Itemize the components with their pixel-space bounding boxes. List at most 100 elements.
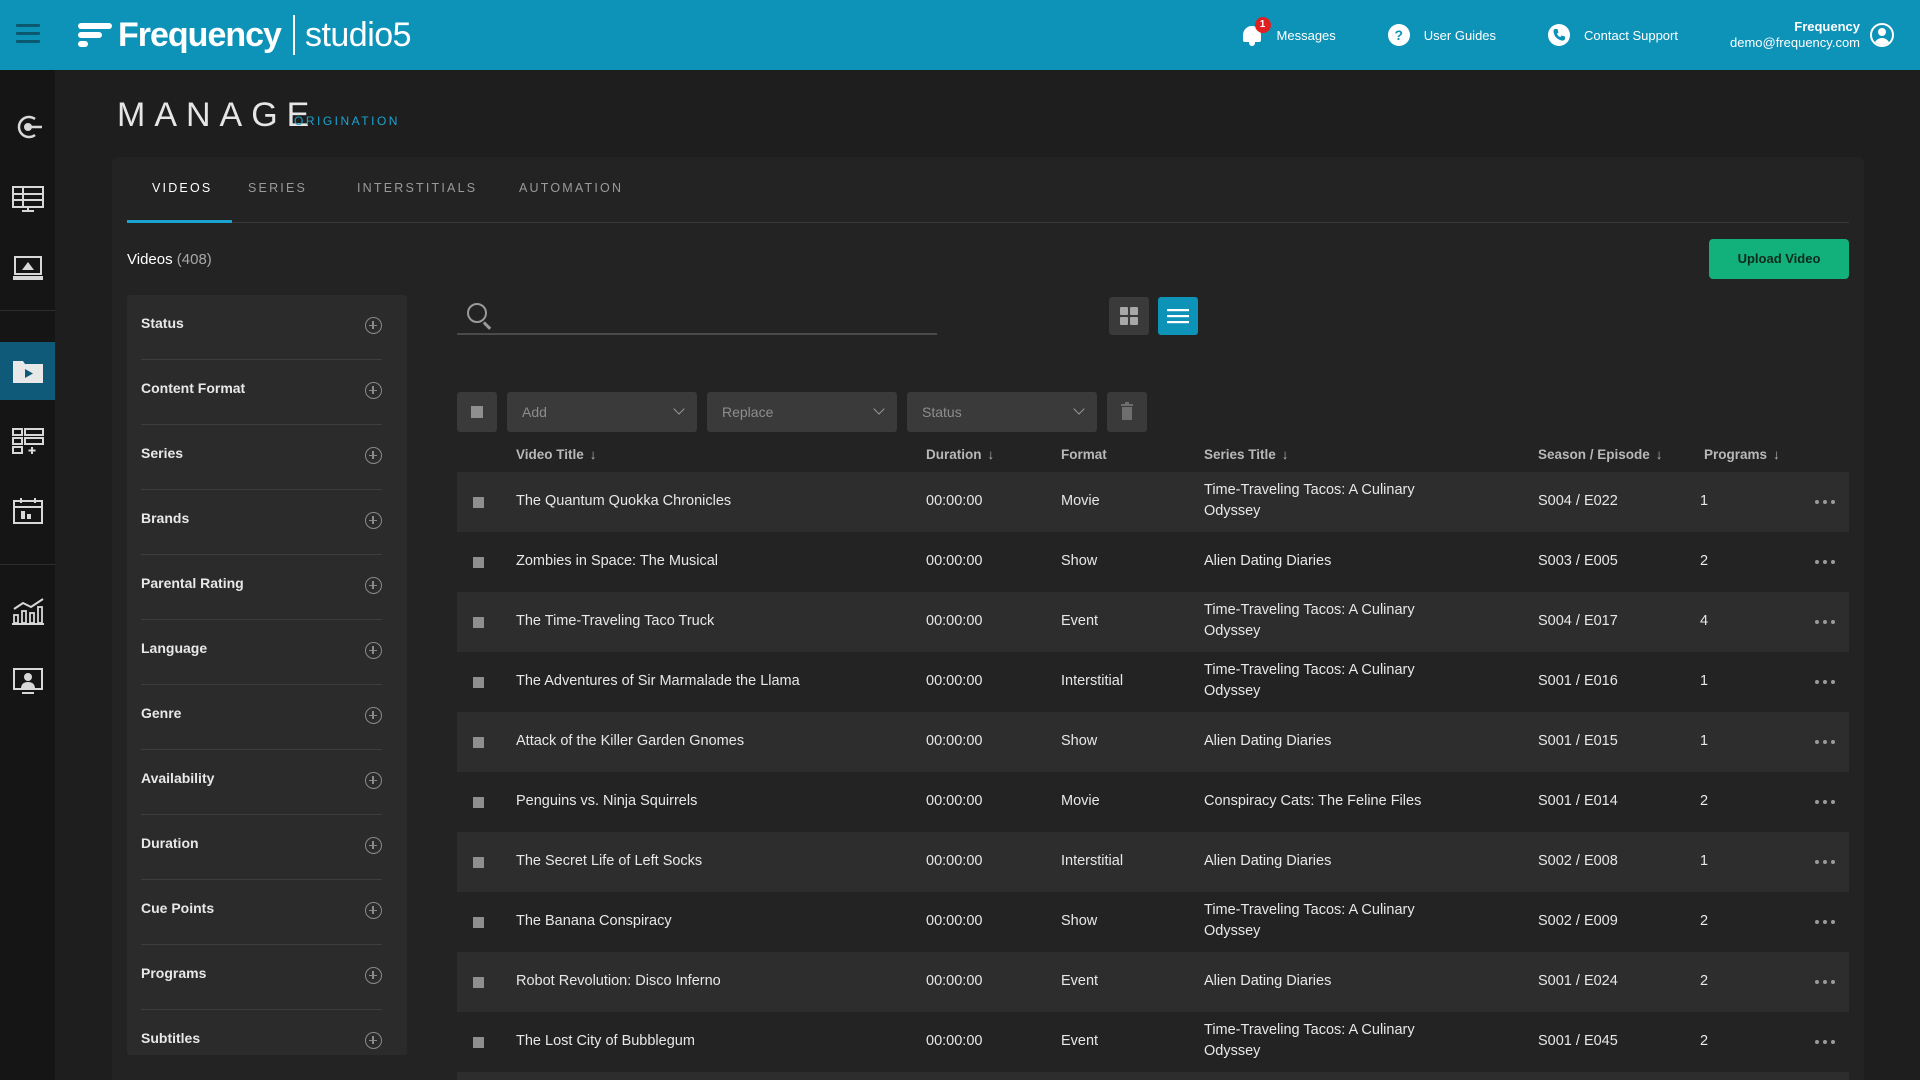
filter-availability[interactable]: Availability [141,750,382,815]
filter-duration[interactable]: Duration [141,815,382,880]
filter-parental-rating[interactable]: Parental Rating [141,555,382,620]
schedule-grid-icon[interactable] [0,170,55,228]
filter-cue-points[interactable]: Cue Points [141,880,382,945]
table-row[interactable]: Zombies in Space: The Musical 00:00:00 S… [457,532,1849,592]
column-header-programs[interactable]: Programs ↓ [1704,447,1780,462]
tab-series[interactable]: SERIES [248,181,307,195]
row-checkbox[interactable] [473,617,484,628]
filter-brands[interactable]: Brands [141,490,382,555]
calendar-icon[interactable] [0,482,55,540]
filter-subtitles[interactable]: Subtitles [141,1010,382,1055]
column-header-season-episode[interactable]: Season / Episode ↓ [1538,447,1663,462]
column-duration-label: Duration [926,447,982,462]
plus-circle-icon[interactable] [365,1032,382,1049]
plus-circle-icon[interactable] [365,772,382,789]
column-header-duration[interactable]: Duration ↓ [926,447,994,462]
table-row[interactable]: The Secret Life of Left Socks 00:00:00 I… [457,832,1849,892]
table-row[interactable]: The Lost City of Bubblegum 00:00:00 Even… [457,1012,1849,1072]
table-row[interactable]: The Adventures of Sir Marmalade the Llam… [457,652,1849,712]
filter-programs[interactable]: Programs [141,945,382,1010]
table-row[interactable]: Attack of the Killer Garden Gnomes 00:00… [457,712,1849,772]
logo[interactable]: Frequency studio5 [78,12,412,58]
filter-label: Duration [141,835,199,851]
contact-support-button[interactable]: Contact Support [1548,24,1678,46]
cell-series: Time-Traveling Tacos: A Culinary Odyssey [1204,600,1415,642]
layout-add-icon[interactable] [0,412,55,470]
plus-circle-icon[interactable] [365,837,382,854]
user-guides-button[interactable]: ? User Guides [1387,24,1497,46]
column-header-video-title[interactable]: Video Title ↓ [516,447,597,462]
delete-button[interactable] [1107,392,1147,432]
plus-circle-icon[interactable] [365,512,382,529]
plus-circle-icon[interactable] [365,447,382,464]
row-checkbox[interactable] [473,557,484,568]
filter-content-format[interactable]: Content Format [141,360,382,425]
more-options-icon[interactable] [1815,920,1837,925]
more-options-icon[interactable] [1815,800,1837,805]
replace-dropdown[interactable]: Replace [707,392,897,432]
messages-button[interactable]: 1 Messages [1241,17,1336,47]
table-row[interactable]: The Time-Traveling Taco Truck 00:00:00 E… [457,592,1849,652]
column-header-series-title[interactable]: Series Title ↓ [1204,447,1289,462]
add-dropdown[interactable]: Add [507,392,697,432]
row-checkbox[interactable] [473,1037,484,1048]
table-row[interactable]: The Quantum Quokka Chronicles 00:00:00 M… [457,472,1849,532]
more-options-icon[interactable] [1815,980,1837,985]
more-options-icon[interactable] [1815,680,1837,685]
tab-automation[interactable]: AUTOMATION [519,181,623,195]
more-options-icon[interactable] [1815,740,1837,745]
user-avatar-icon[interactable] [1870,23,1894,47]
table-row[interactable]: Penguins vs. Ninja Squirrels 00:00:00 Mo… [457,772,1849,832]
monitor-icon[interactable] [0,240,55,298]
replace-dropdown-label: Replace [722,404,774,420]
more-options-icon[interactable] [1815,560,1837,565]
cell-season-episode: S001 / E045 [1538,1033,1618,1049]
row-checkbox[interactable] [473,917,484,928]
menu-icon[interactable] [16,24,40,44]
row-checkbox[interactable] [473,677,484,688]
plus-circle-icon[interactable] [365,577,382,594]
tab-interstitials[interactable]: INTERSTITIALS [357,181,477,195]
grid-view-button[interactable] [1109,297,1149,335]
filter-genre[interactable]: Genre [141,685,382,750]
more-options-icon[interactable] [1815,1040,1837,1045]
plus-circle-icon[interactable] [365,967,382,984]
table-row-partial [457,1072,1849,1080]
cell-duration: 00:00:00 [926,1033,983,1049]
more-options-icon[interactable] [1815,860,1837,865]
analytics-icon[interactable] [0,582,55,640]
table-row[interactable]: The Banana Conspiracy 00:00:00 Show Time… [457,892,1849,952]
top-bar: Frequency studio5 1 Messages ? User Guid… [0,0,1920,70]
cell-series-line2: Odyssey [1204,923,1261,939]
bell-icon: 1 [1241,17,1271,47]
user-info[interactable]: Frequency demo@frequency.com [1730,19,1860,51]
tab-videos[interactable]: VIDEOS [152,181,212,195]
row-checkbox[interactable] [473,857,484,868]
filter-series[interactable]: Series [141,425,382,490]
user-settings-icon[interactable] [0,652,55,710]
plus-circle-icon[interactable] [365,642,382,659]
nav-divider [0,310,55,311]
status-dropdown[interactable]: Status [907,392,1097,432]
row-checkbox[interactable] [473,497,484,508]
select-all-checkbox[interactable] [457,392,497,432]
plus-circle-icon[interactable] [365,317,382,334]
row-checkbox[interactable] [473,737,484,748]
user-guides-label: User Guides [1423,27,1497,43]
more-options-icon[interactable] [1815,620,1837,625]
video-library-icon[interactable] [0,342,55,400]
list-view-button[interactable] [1158,297,1198,335]
table-row[interactable]: Robot Revolution: Disco Inferno 00:00:00… [457,952,1849,1012]
origination-icon[interactable] [0,98,55,156]
more-options-icon[interactable] [1815,500,1837,505]
row-checkbox[interactable] [473,797,484,808]
plus-circle-icon[interactable] [365,382,382,399]
plus-circle-icon[interactable] [365,707,382,724]
plus-circle-icon[interactable] [365,902,382,919]
upload-video-button[interactable]: Upload Video [1709,239,1849,279]
row-checkbox[interactable] [473,977,484,988]
search-input[interactable] [503,301,923,331]
filter-language[interactable]: Language [141,620,382,685]
column-format-label: Format [1061,447,1107,462]
filter-status[interactable]: Status [141,295,382,360]
